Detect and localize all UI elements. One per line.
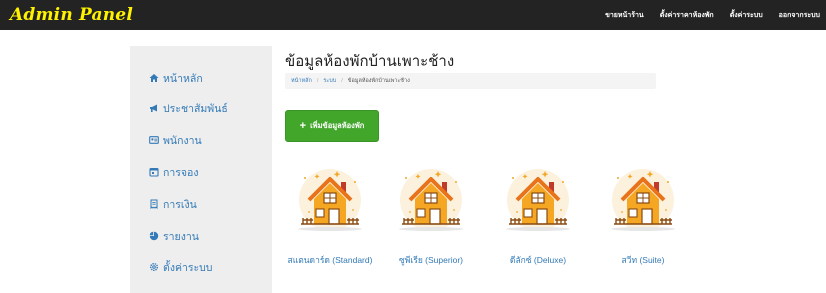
sidebar-item-finance[interactable]: การเงิน — [148, 196, 197, 212]
sidebar-item-label: พนักงาน — [163, 134, 202, 147]
house-icon — [399, 169, 463, 231]
breadcrumb-separator: / — [341, 78, 343, 84]
home-icon — [148, 73, 159, 84]
sidebar-item-label: การเงิน — [163, 198, 197, 211]
plus-icon: + — [299, 120, 307, 132]
house-icon — [506, 169, 570, 231]
sidebar-item-booking[interactable]: การจอง — [148, 164, 198, 180]
sidebar-item-label: หน้าหลัก — [163, 72, 203, 85]
calendar-icon — [148, 167, 159, 178]
id-card-icon — [148, 135, 159, 146]
room-card-suite[interactable]: สวีท (Suite) — [603, 166, 683, 265]
add-room-button[interactable]: + เพิ่มข้อมูลห้องพัก — [285, 110, 379, 142]
receipt-icon — [148, 199, 159, 210]
sidebar-item-label: รายงาน — [163, 230, 199, 243]
house-icon — [611, 169, 675, 231]
add-room-button-label: เพิ่มข้อมูลห้องพัก — [310, 121, 365, 130]
sidebar-item-reports[interactable]: รายงาน — [148, 228, 199, 244]
page-title: ข้อมูลห้องพักบ้านเพาะช้าง — [285, 53, 455, 70]
sidebar-item-label: ตั้งค่าระบบ — [163, 261, 213, 274]
room-name[interactable]: ดีลักซ์ (Deluxe) — [488, 253, 588, 267]
nav-link-settings[interactable]: ตั้งค่าระบบ — [730, 10, 763, 21]
room-card-superior[interactable]: ซูพีเรีย (Superior) — [391, 166, 471, 265]
nav-link-pos[interactable]: ขายหน้าร้าน — [605, 10, 644, 21]
top-navbar: Admin Panel ขายหน้าร้าน ตั้งค่าราคาห้องพ… — [0, 0, 826, 30]
breadcrumb-system[interactable]: ระบบ — [323, 77, 336, 85]
breadcrumb-current: ข้อมูลห้องพักบ้านเพาะช้าง — [347, 78, 410, 84]
sidebar-item-settings[interactable]: ตั้งค่าระบบ — [148, 259, 212, 275]
brand-logo[interactable]: Admin Panel — [10, 5, 133, 25]
room-name[interactable]: ซูพีเรีย (Superior) — [381, 253, 481, 267]
sidebar-item-label: ประชาสัมพันธ์ — [163, 102, 228, 115]
bullhorn-icon — [148, 103, 159, 114]
breadcrumb-home[interactable]: หน้าหลัก — [291, 77, 312, 85]
room-name[interactable]: สแตนดาร์ด (Standard) — [280, 253, 380, 267]
room-card-standard[interactable]: สแตนดาร์ด (Standard) — [288, 166, 372, 265]
navbar-links: ขายหน้าร้าน ตั้งค่าราคาห้องพัก ตั้งค่าระ… — [589, 0, 820, 30]
nav-link-logout[interactable]: ออกจากระบบ — [779, 10, 820, 21]
breadcrumb-separator: / — [316, 78, 319, 84]
gear-icon — [148, 262, 159, 273]
sidebar-item-announcements[interactable]: ประชาสัมพันธ์ — [148, 100, 228, 116]
breadcrumb: หน้าหลัก / ระบบ / ข้อมูลห้องพักบ้านเพาะช… — [285, 73, 656, 89]
sidebar: หน้าหลัก ประชาสัมพันธ์ พนักงาน การจอง กา… — [130, 46, 272, 293]
room-card-deluxe[interactable]: ดีลักซ์ (Deluxe) — [498, 166, 578, 265]
sidebar-item-staff[interactable]: พนักงาน — [148, 132, 202, 148]
sidebar-item-home[interactable]: หน้าหลัก — [148, 70, 203, 86]
room-name[interactable]: สวีท (Suite) — [593, 253, 693, 267]
house-icon — [298, 169, 362, 231]
sidebar-item-label: การจอง — [163, 166, 199, 179]
chart-icon — [148, 231, 159, 242]
nav-link-room-prices[interactable]: ตั้งค่าราคาห้องพัก — [660, 10, 714, 21]
